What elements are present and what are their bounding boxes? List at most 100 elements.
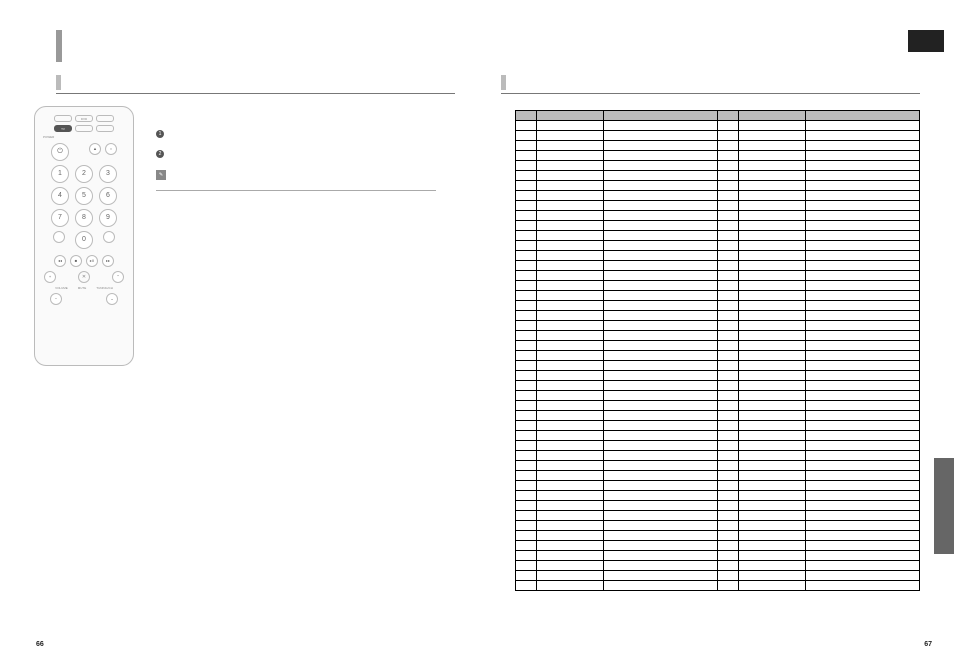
table-cell — [516, 561, 537, 571]
table-cell — [537, 451, 604, 461]
mode-pill — [96, 115, 114, 122]
table-cell — [537, 181, 604, 191]
table-cell — [806, 361, 920, 371]
table-row — [516, 231, 920, 241]
table-cell — [717, 371, 738, 381]
table-cell — [806, 221, 920, 231]
table-cell — [537, 211, 604, 221]
table-cell — [717, 161, 738, 171]
table-cell — [806, 211, 920, 221]
table-row — [516, 201, 920, 211]
table-row — [516, 141, 920, 151]
table-cell — [537, 161, 604, 171]
table-cell — [537, 461, 604, 471]
table-cell — [516, 341, 537, 351]
table-row — [516, 351, 920, 361]
table-row — [516, 581, 920, 591]
table-cell — [516, 351, 537, 361]
table-cell — [516, 461, 537, 471]
table-cell — [537, 171, 604, 181]
table-cell — [537, 531, 604, 541]
table-row — [516, 381, 920, 391]
table-row — [516, 311, 920, 321]
table-cell — [516, 371, 537, 381]
table-cell — [516, 231, 537, 241]
table-cell — [604, 281, 718, 291]
page-number-right: 67 — [924, 641, 932, 648]
table-cell — [717, 461, 738, 471]
table-cell — [717, 501, 738, 511]
divider — [156, 190, 436, 191]
table-cell — [806, 461, 920, 471]
table-cell — [717, 181, 738, 191]
table-cell — [739, 421, 806, 431]
th-code — [806, 111, 920, 121]
table-cell — [516, 381, 537, 391]
open-close-icon: ▲ — [89, 143, 101, 155]
table-cell — [806, 521, 920, 531]
table-cell — [604, 531, 718, 541]
table-row — [516, 531, 920, 541]
mute-icon: ✕ — [78, 271, 90, 283]
table-cell — [604, 251, 718, 261]
table-cell — [604, 491, 718, 501]
table-cell — [739, 371, 806, 381]
table-cell — [604, 541, 718, 551]
table-cell — [516, 151, 537, 161]
table-cell — [739, 221, 806, 231]
table-cell — [806, 311, 920, 321]
table-cell — [717, 321, 738, 331]
power-button-icon: ⏻ — [51, 143, 69, 161]
table-cell — [717, 531, 738, 541]
table-cell — [739, 151, 806, 161]
step-2: 2 — [156, 150, 457, 158]
table-cell — [806, 511, 920, 521]
table-cell — [516, 131, 537, 141]
table-cell — [806, 411, 920, 421]
table-cell — [739, 451, 806, 461]
table-cell — [739, 411, 806, 421]
table-row — [516, 441, 920, 451]
table-cell — [516, 301, 537, 311]
table-cell — [537, 221, 604, 231]
table-cell — [604, 131, 718, 141]
table-cell — [739, 271, 806, 281]
table-cell — [739, 381, 806, 391]
ff-icon: ▸▸ — [102, 255, 114, 267]
table-cell — [739, 391, 806, 401]
table-cell — [516, 541, 537, 551]
table-cell — [516, 181, 537, 191]
table-row — [516, 421, 920, 431]
table-cell — [717, 121, 738, 131]
table-cell — [806, 121, 920, 131]
table-cell — [604, 441, 718, 451]
table-row — [516, 481, 920, 491]
side-tab — [934, 458, 954, 554]
table-cell — [516, 221, 537, 231]
table-cell — [604, 161, 718, 171]
table-cell — [604, 151, 718, 161]
table-cell — [739, 581, 806, 591]
table-cell — [516, 291, 537, 301]
table-row — [516, 161, 920, 171]
table-cell — [537, 371, 604, 381]
table-cell — [806, 251, 920, 261]
table-cell — [516, 251, 537, 261]
table-cell — [604, 451, 718, 461]
table-cell — [537, 401, 604, 411]
table-cell — [516, 551, 537, 561]
table-cell — [739, 351, 806, 361]
table-cell — [717, 191, 738, 201]
table-cell — [537, 381, 604, 391]
table-cell — [604, 351, 718, 361]
table-cell — [739, 551, 806, 561]
mode-pill-tv: TV — [54, 125, 72, 132]
table-cell — [717, 571, 738, 581]
power-label: POWER — [43, 135, 133, 139]
table-row — [516, 511, 920, 521]
table-cell — [717, 431, 738, 441]
table-cell — [806, 401, 920, 411]
table-cell — [537, 191, 604, 201]
table-cell — [739, 291, 806, 301]
vol-down-icon: − — [50, 293, 62, 305]
